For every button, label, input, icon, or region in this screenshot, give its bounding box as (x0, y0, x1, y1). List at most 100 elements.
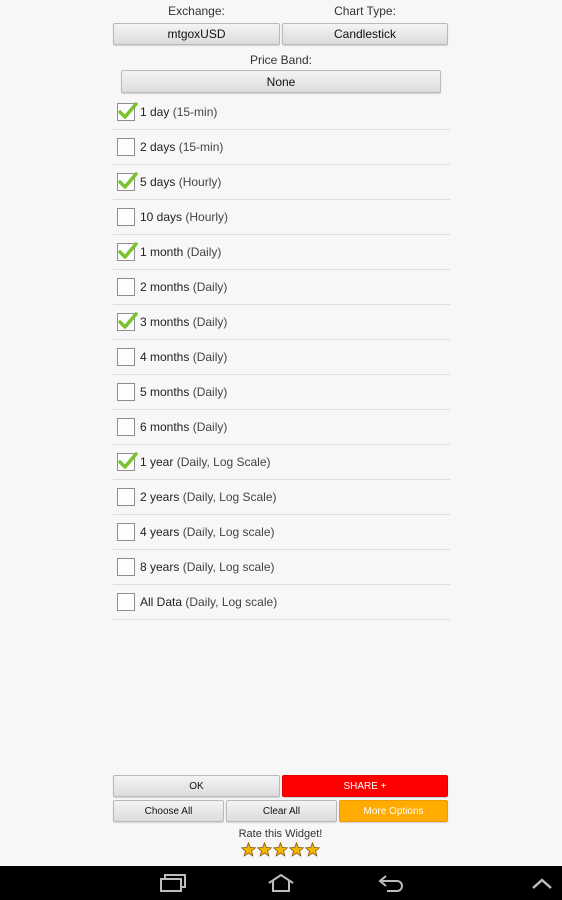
period-detail: (Daily) (192, 350, 228, 364)
period-detail: (Daily, Log Scale) (176, 455, 271, 469)
period-label: 6 months (Daily) (140, 420, 227, 434)
period-detail: (Daily, Log Scale) (182, 490, 277, 504)
ok-button[interactable]: OK (113, 775, 280, 797)
recent-apps-icon[interactable] (159, 874, 187, 897)
period-row[interactable]: 1 day (15-min) (113, 95, 450, 130)
period-checkbox[interactable] (117, 208, 135, 226)
period-row[interactable]: 4 years (Daily, Log scale) (113, 515, 450, 550)
period-checkbox[interactable] (117, 488, 135, 506)
period-checkbox[interactable] (117, 138, 135, 156)
checkmark-icon (118, 312, 138, 329)
period-label: 1 year (Daily, Log Scale) (140, 455, 271, 469)
price-band-select-button[interactable]: None (121, 70, 441, 93)
period-detail: (Hourly) (185, 210, 229, 224)
period-row[interactable]: All Data (Daily, Log scale) (113, 585, 450, 620)
period-row[interactable]: 1 year (Daily, Log Scale) (113, 445, 450, 480)
chart-type-label: Chart Type: (334, 4, 396, 18)
period-label: 5 days (Hourly) (140, 175, 221, 189)
period-checkbox[interactable] (117, 383, 135, 401)
period-row[interactable]: 2 years (Daily, Log Scale) (113, 480, 450, 515)
rating-stars[interactable] (241, 842, 320, 857)
more-options-button[interactable]: More Options (339, 800, 448, 822)
period-checkbox[interactable] (117, 348, 135, 366)
checkmark-icon (118, 102, 138, 119)
period-name: 1 year (140, 455, 174, 469)
exchange-select-button[interactable]: mtgoxUSD (113, 23, 280, 45)
period-row[interactable]: 2 months (Daily) (113, 270, 450, 305)
period-row[interactable]: 5 days (Hourly) (113, 165, 450, 200)
period-detail: (15-min) (178, 140, 224, 154)
period-name: 8 years (140, 560, 180, 574)
period-detail: (Daily, Log scale) (182, 525, 275, 539)
back-icon[interactable] (377, 874, 405, 897)
period-label: 2 years (Daily, Log Scale) (140, 490, 277, 504)
star-icon[interactable] (241, 842, 256, 857)
period-name: 3 months (140, 315, 190, 329)
period-label: 4 months (Daily) (140, 350, 227, 364)
period-row[interactable]: 2 days (15-min) (113, 130, 450, 165)
chart-type-select-button[interactable]: Candlestick (282, 23, 448, 45)
period-name: 6 months (140, 420, 190, 434)
period-label: 1 day (15-min) (140, 105, 217, 119)
period-checkbox[interactable] (117, 278, 135, 296)
star-icon[interactable] (289, 842, 304, 857)
star-icon[interactable] (305, 842, 320, 857)
checkmark-icon (118, 172, 138, 189)
period-name: 5 days (140, 175, 176, 189)
period-name: 2 days (140, 140, 176, 154)
period-row[interactable]: 4 months (Daily) (113, 340, 450, 375)
system-navigation-bar (0, 866, 562, 900)
period-row[interactable]: 3 months (Daily) (113, 305, 450, 340)
period-name: 4 years (140, 525, 180, 539)
period-detail: (Hourly) (178, 175, 222, 189)
period-detail: (Daily) (192, 280, 228, 294)
period-label: All Data (Daily, Log scale) (140, 595, 277, 609)
period-row[interactable]: 5 months (Daily) (113, 375, 450, 410)
period-label: 4 years (Daily, Log scale) (140, 525, 275, 539)
period-name: 4 months (140, 350, 190, 364)
period-label: 5 months (Daily) (140, 385, 227, 399)
period-detail: (Daily) (192, 420, 228, 434)
period-row[interactable]: 8 years (Daily, Log scale) (113, 550, 450, 585)
checkmark-icon (118, 452, 138, 469)
period-label: 2 months (Daily) (140, 280, 227, 294)
period-checkbox[interactable] (117, 102, 138, 121)
period-detail: (Daily) (192, 385, 228, 399)
period-name: 2 months (140, 280, 190, 294)
period-label: 3 months (Daily) (140, 315, 227, 329)
star-icon[interactable] (273, 842, 288, 857)
period-detail: (Daily) (186, 245, 222, 259)
period-checkbox[interactable] (117, 523, 135, 541)
period-name: 1 day (140, 105, 170, 119)
period-name: All Data (140, 595, 183, 609)
period-name: 1 month (140, 245, 184, 259)
share-button[interactable]: SHARE + (282, 775, 448, 797)
price-band-label: Price Band: (249, 53, 313, 67)
home-icon[interactable] (266, 873, 296, 897)
period-checkbox[interactable] (117, 558, 135, 576)
period-row[interactable]: 10 days (Hourly) (113, 200, 450, 235)
chevron-up-icon[interactable] (530, 876, 554, 895)
period-detail: (15-min) (172, 105, 218, 119)
clear-all-button[interactable]: Clear All (226, 800, 337, 822)
period-row[interactable]: 1 month (Daily) (113, 235, 450, 270)
period-checkbox[interactable] (117, 418, 135, 436)
period-label: 2 days (15-min) (140, 140, 223, 154)
period-checkbox[interactable] (117, 452, 138, 471)
period-list: 1 day (15-min) 2 days (15-min) 5 days (Hou… (113, 95, 450, 620)
period-checkbox[interactable] (117, 172, 138, 191)
star-icon[interactable] (257, 842, 272, 857)
period-name: 10 days (140, 210, 183, 224)
period-checkbox[interactable] (117, 593, 135, 611)
period-checkbox[interactable] (117, 312, 138, 331)
exchange-label: Exchange: (168, 4, 225, 18)
period-row[interactable]: 6 months (Daily) (113, 410, 450, 445)
period-detail: (Daily) (192, 315, 228, 329)
period-label: 8 years (Daily, Log scale) (140, 560, 275, 574)
period-name: 2 years (140, 490, 180, 504)
period-checkbox[interactable] (117, 242, 138, 261)
period-name: 5 months (140, 385, 190, 399)
period-detail: (Daily, Log scale) (182, 560, 275, 574)
choose-all-button[interactable]: Choose All (113, 800, 224, 822)
period-label: 10 days (Hourly) (140, 210, 228, 224)
